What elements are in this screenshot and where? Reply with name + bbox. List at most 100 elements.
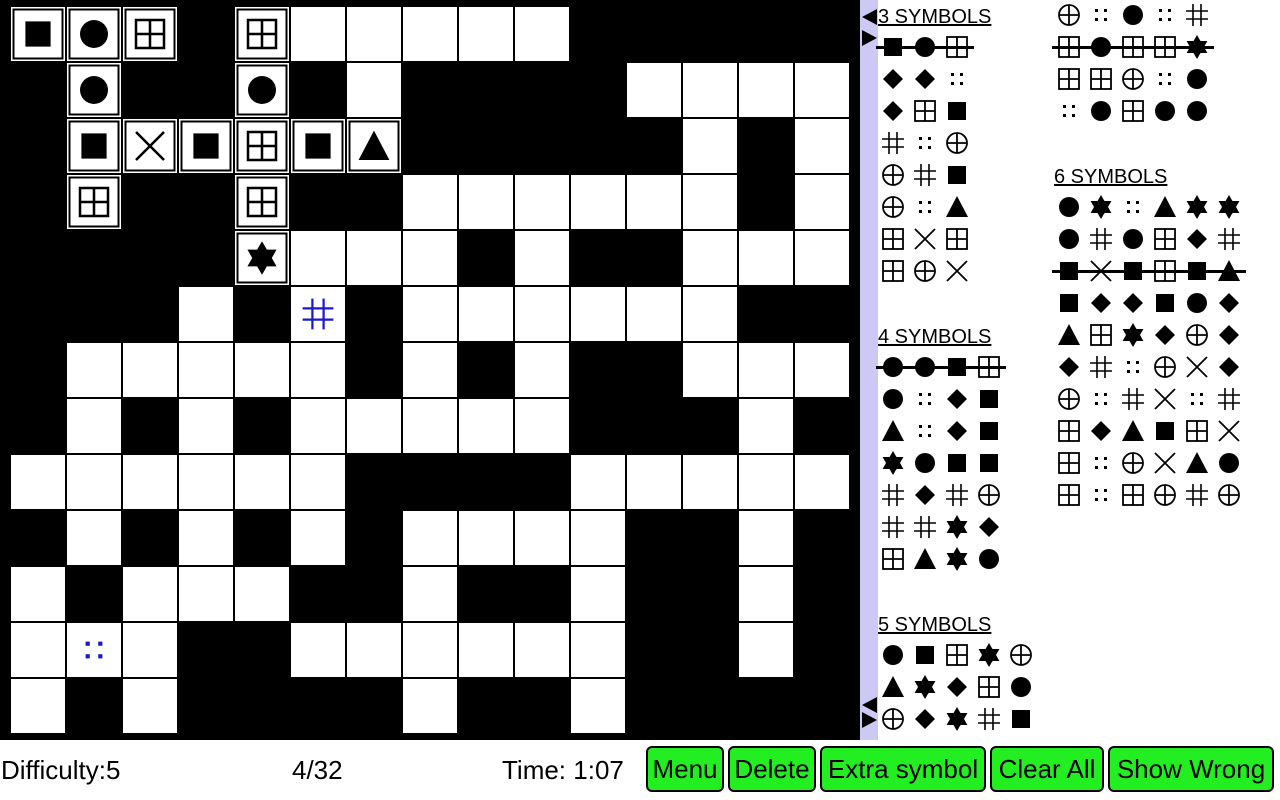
grid-cell[interactable] (403, 623, 457, 677)
grid-cell[interactable] (11, 679, 65, 733)
grid-cell[interactable] (683, 119, 737, 173)
grid-cell[interactable] (571, 567, 625, 621)
clear-all-button[interactable]: Clear All (990, 746, 1104, 792)
menu-button[interactable]: Menu (646, 746, 724, 792)
grid-cell[interactable] (347, 231, 401, 285)
grid-cell[interactable] (795, 175, 849, 229)
grid-cell[interactable] (571, 455, 625, 509)
grid-cell[interactable] (235, 455, 289, 509)
grid-cell[interactable] (235, 567, 289, 621)
grid-cell[interactable] (459, 511, 513, 565)
grid-cell[interactable] (459, 623, 513, 677)
grid-cell[interactable] (403, 511, 457, 565)
grid-cell[interactable] (291, 511, 345, 565)
grid-cell[interactable] (795, 231, 849, 285)
grid-cell[interactable] (795, 63, 849, 117)
grid-cell[interactable] (627, 175, 681, 229)
grid-cell[interactable] (571, 623, 625, 677)
grid-cell[interactable] (235, 343, 289, 397)
show-wrong-button[interactable]: Show Wrong (1108, 746, 1274, 792)
grid-cell[interactable] (795, 343, 849, 397)
delete-button[interactable]: Delete (728, 746, 816, 792)
grid-cell[interactable] (515, 231, 569, 285)
grid-cell[interactable] (515, 175, 569, 229)
grid-cell[interactable] (515, 511, 569, 565)
grid-cell[interactable] (739, 511, 793, 565)
grid-cell[interactable] (291, 7, 345, 61)
grid-cell[interactable] (683, 63, 737, 117)
grid-cell[interactable] (179, 511, 233, 565)
panel-scrollbar[interactable] (860, 0, 878, 740)
grid-cell[interactable] (459, 287, 513, 341)
grid-cell[interactable] (179, 455, 233, 509)
scroll-down-arrow-icon[interactable] (862, 712, 877, 728)
grid-cell[interactable] (347, 63, 401, 117)
grid-cell[interactable] (123, 343, 177, 397)
grid-cell[interactable] (123, 679, 177, 733)
grid-cell[interactable] (627, 287, 681, 341)
grid-cell[interactable] (739, 231, 793, 285)
grid-cell[interactable] (683, 231, 737, 285)
grid-cell[interactable] (67, 343, 121, 397)
grid-cell[interactable] (179, 399, 233, 453)
grid-cell[interactable] (739, 567, 793, 621)
grid-cell[interactable] (291, 455, 345, 509)
grid-cell[interactable] (123, 567, 177, 621)
grid-cell[interactable] (11, 455, 65, 509)
grid-canvas[interactable] (0, 0, 860, 740)
grid-cell[interactable] (627, 455, 681, 509)
grid-cell[interactable] (571, 511, 625, 565)
grid-cell[interactable] (739, 623, 793, 677)
grid-cell[interactable] (403, 679, 457, 733)
grid-cell[interactable] (515, 287, 569, 341)
grid-cell[interactable] (67, 399, 121, 453)
grid-cell[interactable] (291, 399, 345, 453)
grid-cell[interactable] (459, 175, 513, 229)
grid-cell[interactable] (403, 343, 457, 397)
grid-cell[interactable] (739, 399, 793, 453)
grid-cell[interactable] (67, 511, 121, 565)
grid-cell[interactable] (11, 623, 65, 677)
grid-cell[interactable] (67, 455, 121, 509)
grid-cell[interactable] (291, 343, 345, 397)
grid-cell[interactable] (459, 399, 513, 453)
grid-cell[interactable] (571, 175, 625, 229)
grid-cell[interactable] (123, 455, 177, 509)
grid-cell[interactable] (179, 287, 233, 341)
grid-cell[interactable] (795, 119, 849, 173)
grid-cell[interactable] (347, 399, 401, 453)
grid-cell[interactable] (347, 623, 401, 677)
grid-cell[interactable] (403, 567, 457, 621)
grid-cell[interactable] (739, 343, 793, 397)
grid-cell[interactable] (123, 623, 177, 677)
grid-cell[interactable] (515, 7, 569, 61)
grid-cell[interactable] (179, 343, 233, 397)
grid-cell[interactable] (403, 231, 457, 285)
grid-cell[interactable] (403, 7, 457, 61)
grid-cell[interactable] (683, 455, 737, 509)
grid-cell[interactable] (515, 623, 569, 677)
scroll-up-arrow-icon[interactable] (862, 9, 877, 25)
extra-symbol-button[interactable]: Extra symbol (820, 746, 986, 792)
grid-cell[interactable] (571, 287, 625, 341)
grid-cell[interactable] (571, 679, 625, 733)
grid-cell[interactable] (515, 399, 569, 453)
grid-cell[interactable] (347, 7, 401, 61)
grid-cell[interactable] (683, 175, 737, 229)
grid-cell[interactable] (11, 567, 65, 621)
grid-cell[interactable] (739, 455, 793, 509)
grid-cell[interactable] (403, 175, 457, 229)
grid-cell[interactable] (627, 63, 681, 117)
grid-cell[interactable] (683, 287, 737, 341)
grid-cell[interactable] (403, 399, 457, 453)
grid-cell[interactable] (403, 287, 457, 341)
puzzle-grid[interactable] (0, 0, 860, 740)
grid-cell[interactable] (459, 7, 513, 61)
grid-cell[interactable] (291, 287, 345, 341)
grid-cell[interactable] (739, 63, 793, 117)
grid-cell[interactable] (291, 623, 345, 677)
grid-cell[interactable] (795, 455, 849, 509)
grid-cell[interactable] (515, 343, 569, 397)
grid-cell[interactable] (291, 231, 345, 285)
grid-cell[interactable] (179, 567, 233, 621)
